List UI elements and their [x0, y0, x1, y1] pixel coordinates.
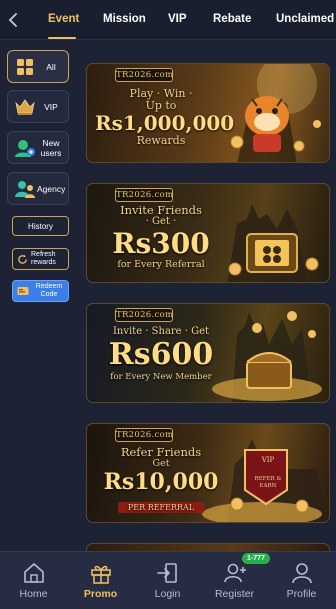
nav-profile[interactable]: Profile	[268, 552, 335, 609]
vip-badge-bottom: REFER & EARN	[254, 476, 282, 489]
banner-amount: Rs300	[112, 227, 210, 260]
banner-logo: TR2026.com	[115, 428, 174, 442]
banner-amount: Rs600	[108, 337, 214, 372]
banner-logo: TR2026.com	[115, 188, 174, 202]
banner-text: Invite · Share · Get Rs600 for Every New…	[95, 326, 227, 383]
banner-text: Play · Win · Up to Rs1,000,000 Rewards	[95, 88, 235, 147]
vip-badge-top: VIP	[261, 456, 275, 464]
sidebar-item-new-users[interactable]: New users	[7, 131, 69, 164]
register-bonus-badge: 1-777	[242, 553, 270, 564]
grid-icon	[17, 58, 33, 75]
banner-text: Invite Friends · Get · Rs300 for Every R…	[95, 204, 227, 270]
nav-login[interactable]: Login	[134, 552, 201, 609]
promo-banner-invite-friends[interactable]: TR2026.com Invite Friends · Get · Rs300 …	[86, 183, 330, 283]
home-icon	[23, 563, 44, 583]
crown-icon	[15, 98, 35, 115]
sidebar-item-all[interactable]: All	[7, 50, 69, 83]
nav-label: Register	[214, 588, 255, 600]
promo-banner-play-win[interactable]: TR2026.com Play · Win · Up to Rs1,000,00…	[86, 63, 330, 163]
chevron-left-icon	[8, 13, 17, 27]
promo-banner-refer-friends[interactable]: VIP REFER & EARN TR2026.com Refer Friend…	[86, 423, 330, 523]
banner-amount: Rs10,000	[103, 469, 219, 495]
top-tab-bar: Event Mission VIP Rebate Unclaimed	[0, 0, 336, 40]
category-sidebar: All VIP New users Agency History Refresh…	[0, 40, 84, 551]
banner-amount: Rs1,000,000	[95, 111, 235, 135]
nav-promo[interactable]: Promo	[67, 552, 134, 609]
sidebar-item-agency[interactable]: Agency	[7, 172, 69, 205]
refresh-icon	[18, 254, 27, 264]
tab-unclaimed[interactable]: Unclaimed	[276, 0, 334, 40]
history-button[interactable]: History	[12, 216, 69, 236]
back-button[interactable]	[0, 0, 26, 40]
banner-line: for Every Referral	[117, 259, 205, 270]
login-icon	[156, 563, 177, 583]
promo-banner-partial[interactable]	[86, 543, 330, 551]
refresh-rewards-button[interactable]: Refresh rewards	[12, 248, 69, 270]
sidebar-item-vip[interactable]: VIP	[7, 90, 69, 123]
banner-line: for Every New Member	[110, 372, 212, 382]
sidebar-item-label: New users	[40, 137, 62, 158]
sidebar-item-label: Agency	[37, 183, 66, 194]
nav-label: Login	[154, 588, 181, 600]
promo-banner-invite-share[interactable]: TR2026.com Invite · Share · Get Rs600 fo…	[86, 303, 330, 403]
banner-logo: TR2026.com	[115, 68, 174, 82]
tab-event[interactable]: Event	[48, 0, 79, 40]
banner-logo: TR2026.com	[115, 308, 174, 322]
banner-text: Refer Friends Get Rs10,000 PER REFERRAL	[95, 446, 227, 514]
sidebar-item-label: VIP	[44, 101, 58, 112]
banner-line: Invite Friends	[120, 203, 202, 217]
add-user-icon	[223, 563, 246, 583]
ticket-icon	[17, 287, 29, 295]
bottom-navigation: Home Promo Login Register Profile	[0, 551, 336, 609]
tab-mission[interactable]: Mission	[103, 0, 146, 40]
banner-ribbon: PER REFERRAL	[117, 502, 205, 513]
nav-label: Promo	[83, 588, 118, 600]
redeem-code-label: Redeem Code	[35, 283, 63, 298]
sidebar-item-label: All	[46, 61, 56, 72]
refresh-rewards-label: Refresh rewards	[31, 251, 56, 266]
banner-line: Refer Friends	[120, 445, 202, 459]
tab-vip[interactable]: VIP	[168, 0, 187, 40]
active-tab-indicator	[48, 37, 76, 39]
redeem-code-button[interactable]: Redeem Code	[12, 280, 69, 302]
new-user-icon	[15, 139, 35, 157]
nav-home[interactable]: Home	[0, 552, 67, 609]
agency-icon	[15, 180, 35, 198]
gift-icon	[90, 565, 111, 584]
tab-rebate[interactable]: Rebate	[213, 0, 251, 40]
banner-line: Rewards	[136, 134, 186, 147]
profile-icon	[291, 563, 312, 584]
nav-label: Home	[19, 588, 48, 600]
nav-label: Profile	[286, 588, 317, 600]
